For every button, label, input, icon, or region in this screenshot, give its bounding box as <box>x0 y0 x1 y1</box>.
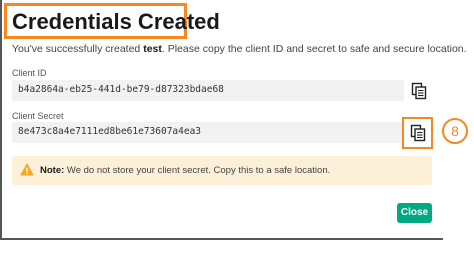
client-id-value: b4a2864a-eb25-441d-be79-d87323bdae68 <box>18 84 224 95</box>
intro-prefix: You've successfully created <box>12 43 144 55</box>
intro-text: You've successfully created test. Please… <box>12 43 467 55</box>
window-bottom-border <box>0 238 443 240</box>
client-secret-field[interactable]: 8e473c8a4e7111ed8be61e73607a4ea3 <box>12 122 404 143</box>
dialog-title: Credentials Created <box>12 9 220 34</box>
copy-icon <box>411 82 427 100</box>
client-secret-label: Client Secret <box>12 111 64 121</box>
client-id-label: Client ID <box>12 68 47 78</box>
note-message: We do not store your client secret. Copy… <box>64 165 331 176</box>
copy-icon <box>410 124 426 142</box>
warning-icon <box>20 163 34 176</box>
credential-name: test <box>143 43 162 55</box>
note-banner: Note: We do not store your client secret… <box>12 156 432 185</box>
client-secret-value: 8e473c8a4e7111ed8be61e73607a4ea3 <box>18 126 202 137</box>
window-left-border <box>0 0 2 240</box>
step-number-badge: 8 <box>442 118 468 144</box>
copy-client-id-button[interactable] <box>411 82 427 100</box>
intro-suffix: . Please copy the client ID and secret t… <box>161 43 467 55</box>
note-label: Note: <box>40 165 65 176</box>
copy-client-secret-button[interactable] <box>410 124 426 142</box>
close-button[interactable]: Close <box>397 203 432 223</box>
client-id-field[interactable]: b4a2864a-eb25-441d-be79-d87323bdae68 <box>12 80 404 101</box>
note-text: Note: We do not store your client secret… <box>40 165 330 176</box>
